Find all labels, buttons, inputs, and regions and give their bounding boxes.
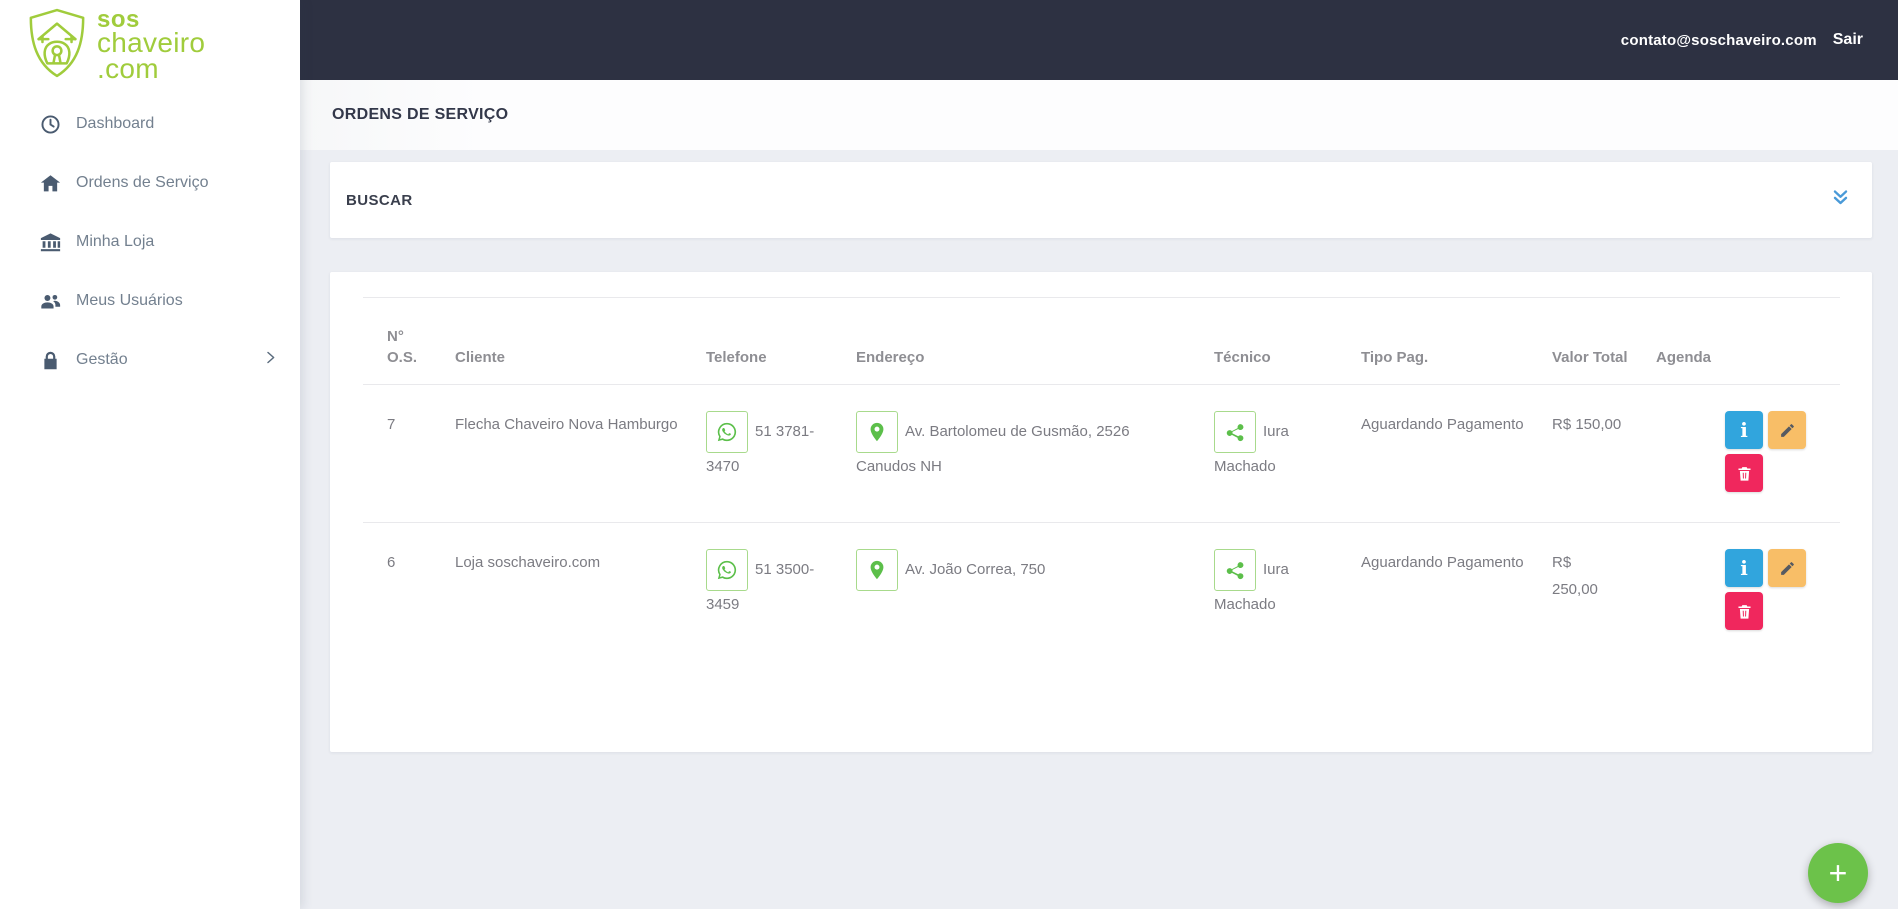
- add-order-button[interactable]: +: [1808, 843, 1868, 903]
- map-pin-button[interactable]: [856, 549, 898, 591]
- home-icon: [38, 171, 62, 195]
- pencil-icon: [1780, 423, 1794, 437]
- share-button[interactable]: [1214, 411, 1256, 453]
- whatsapp-icon: [717, 560, 737, 580]
- double-chevron-down-icon[interactable]: [1831, 188, 1850, 212]
- search-panel-title: BUSCAR: [346, 191, 413, 209]
- orders-table-card: N° O.S. Cliente Telefone Endereço Técnic…: [330, 272, 1872, 752]
- sidebar-item-label: Meus Usuários: [76, 292, 183, 309]
- users-icon: [38, 289, 62, 313]
- trash-icon: [1737, 466, 1751, 481]
- sidebar-item-ordens-de-servico[interactable]: Ordens de Serviço: [0, 157, 300, 209]
- share-button[interactable]: [1214, 549, 1256, 591]
- plus-icon: +: [1828, 855, 1848, 891]
- sidebar-item-meus-usuarios[interactable]: Meus Usuários: [0, 275, 300, 327]
- brand-line2: chaveiro: [97, 26, 206, 58]
- valor-total-cell: R$ 250,00: [1528, 522, 1632, 660]
- lock-icon: [38, 348, 62, 372]
- header-cliente: Cliente: [431, 297, 682, 385]
- sidebar-item-dashboard[interactable]: Dashboard: [0, 98, 300, 150]
- sidebar-item-label: Dashboard: [76, 115, 155, 132]
- tecnico-cell: Iura Machado: [1190, 385, 1337, 523]
- delete-button[interactable]: [1725, 454, 1763, 492]
- whatsapp-icon: [717, 422, 737, 442]
- sidebar-nav: Dashboard Ordens de Serviço Minha Loja M…: [0, 98, 300, 386]
- page-header: ORDENS DE SERVIÇO: [300, 80, 1898, 150]
- shield-house-keyhole-icon: [26, 7, 88, 84]
- share-icon: [1226, 424, 1244, 442]
- edit-button[interactable]: [1768, 411, 1806, 449]
- header-os-number: N° O.S.: [363, 297, 431, 385]
- header-tecnico: Técnico: [1190, 297, 1337, 385]
- chevron-right-icon: [263, 350, 278, 370]
- brand-line3: .com: [97, 52, 159, 84]
- whatsapp-button[interactable]: [706, 549, 748, 591]
- telefone-cell: 51 3781-3470: [682, 385, 832, 523]
- delete-button[interactable]: [1725, 592, 1763, 630]
- info-icon: i: [1740, 556, 1748, 580]
- brand-name: sos chaveiro .com: [97, 7, 206, 84]
- row-actions: i: [1725, 549, 1809, 630]
- info-icon: i: [1740, 418, 1748, 442]
- endereco-text: Av. João Correa, 750: [905, 560, 1046, 578]
- info-button[interactable]: i: [1725, 549, 1763, 587]
- header-endereco: Endereço: [832, 297, 1190, 385]
- map-pin-icon: [870, 560, 884, 580]
- clock-icon: [38, 112, 62, 136]
- map-pin-icon: [870, 422, 884, 442]
- row-actions: i: [1725, 411, 1809, 492]
- sidebar-item-label: Ordens de Serviço: [76, 174, 209, 191]
- tipo-pag-cell: Aguardando Pagamento: [1361, 416, 1524, 433]
- orders-table: N° O.S. Cliente Telefone Endereço Técnic…: [363, 297, 1840, 660]
- whatsapp-button[interactable]: [706, 411, 748, 453]
- bank-icon: [38, 230, 62, 254]
- telefone-cell: 51 3500-3459: [682, 522, 832, 660]
- header-valor-total: Valor Total: [1528, 297, 1632, 385]
- sidebar-item-gestao[interactable]: Gestão: [0, 334, 300, 386]
- valor-total-cell: R$ 150,00: [1552, 416, 1622, 433]
- endereco-cell: Av. Bartolomeu de Gusmão, 2526 Canudos N…: [832, 385, 1190, 523]
- sidebar: sos chaveiro .com Dashboard Ordens de Se…: [0, 0, 300, 909]
- agenda-cell: i: [1632, 522, 1840, 660]
- trash-icon: [1737, 604, 1751, 619]
- share-icon: [1226, 562, 1244, 580]
- page-title: ORDENS DE SERVIÇO: [332, 106, 509, 123]
- header-agenda: Agenda: [1632, 297, 1840, 385]
- info-button[interactable]: i: [1725, 411, 1763, 449]
- cliente-cell: Loja soschaveiro.com: [431, 522, 682, 660]
- header-tipo-pag: Tipo Pag.: [1337, 297, 1528, 385]
- table-row: 6 Loja soschaveiro.com 51 3500-3459 Av. …: [363, 522, 1840, 660]
- sidebar-item-label: Minha Loja: [76, 233, 155, 250]
- tipo-pag-cell: Aguardando Pagamento: [1337, 522, 1528, 660]
- logout-button[interactable]: Sair: [1833, 31, 1863, 49]
- edit-button[interactable]: [1768, 549, 1806, 587]
- topbar: contato@soschaveiro.com Sair: [300, 0, 1898, 80]
- sidebar-item-minha-loja[interactable]: Minha Loja: [0, 216, 300, 268]
- os-number-cell: 7: [387, 416, 396, 433]
- brand-logo[interactable]: sos chaveiro .com: [0, 0, 300, 82]
- tecnico-cell: Iura Machado: [1190, 522, 1337, 660]
- pencil-icon: [1780, 561, 1794, 575]
- os-number-cell: 6: [363, 522, 431, 660]
- map-pin-button[interactable]: [856, 411, 898, 453]
- table-header-row: N° O.S. Cliente Telefone Endereço Técnic…: [363, 297, 1840, 385]
- agenda-cell: i: [1632, 385, 1840, 523]
- main-content: BUSCAR N° O.S. Cliente Telefone Endereço…: [300, 150, 1898, 909]
- table-row: 7 Flecha Chaveiro Nova Hamburgo 51 3781-…: [363, 385, 1840, 523]
- search-panel[interactable]: BUSCAR: [330, 162, 1872, 238]
- sidebar-item-label: Gestão: [76, 351, 128, 368]
- header-telefone: Telefone: [682, 297, 832, 385]
- cliente-cell: Flecha Chaveiro Nova Hamburgo: [455, 416, 678, 433]
- endereco-cell: Av. João Correa, 750: [832, 522, 1190, 660]
- user-email: contato@soschaveiro.com: [1620, 31, 1817, 49]
